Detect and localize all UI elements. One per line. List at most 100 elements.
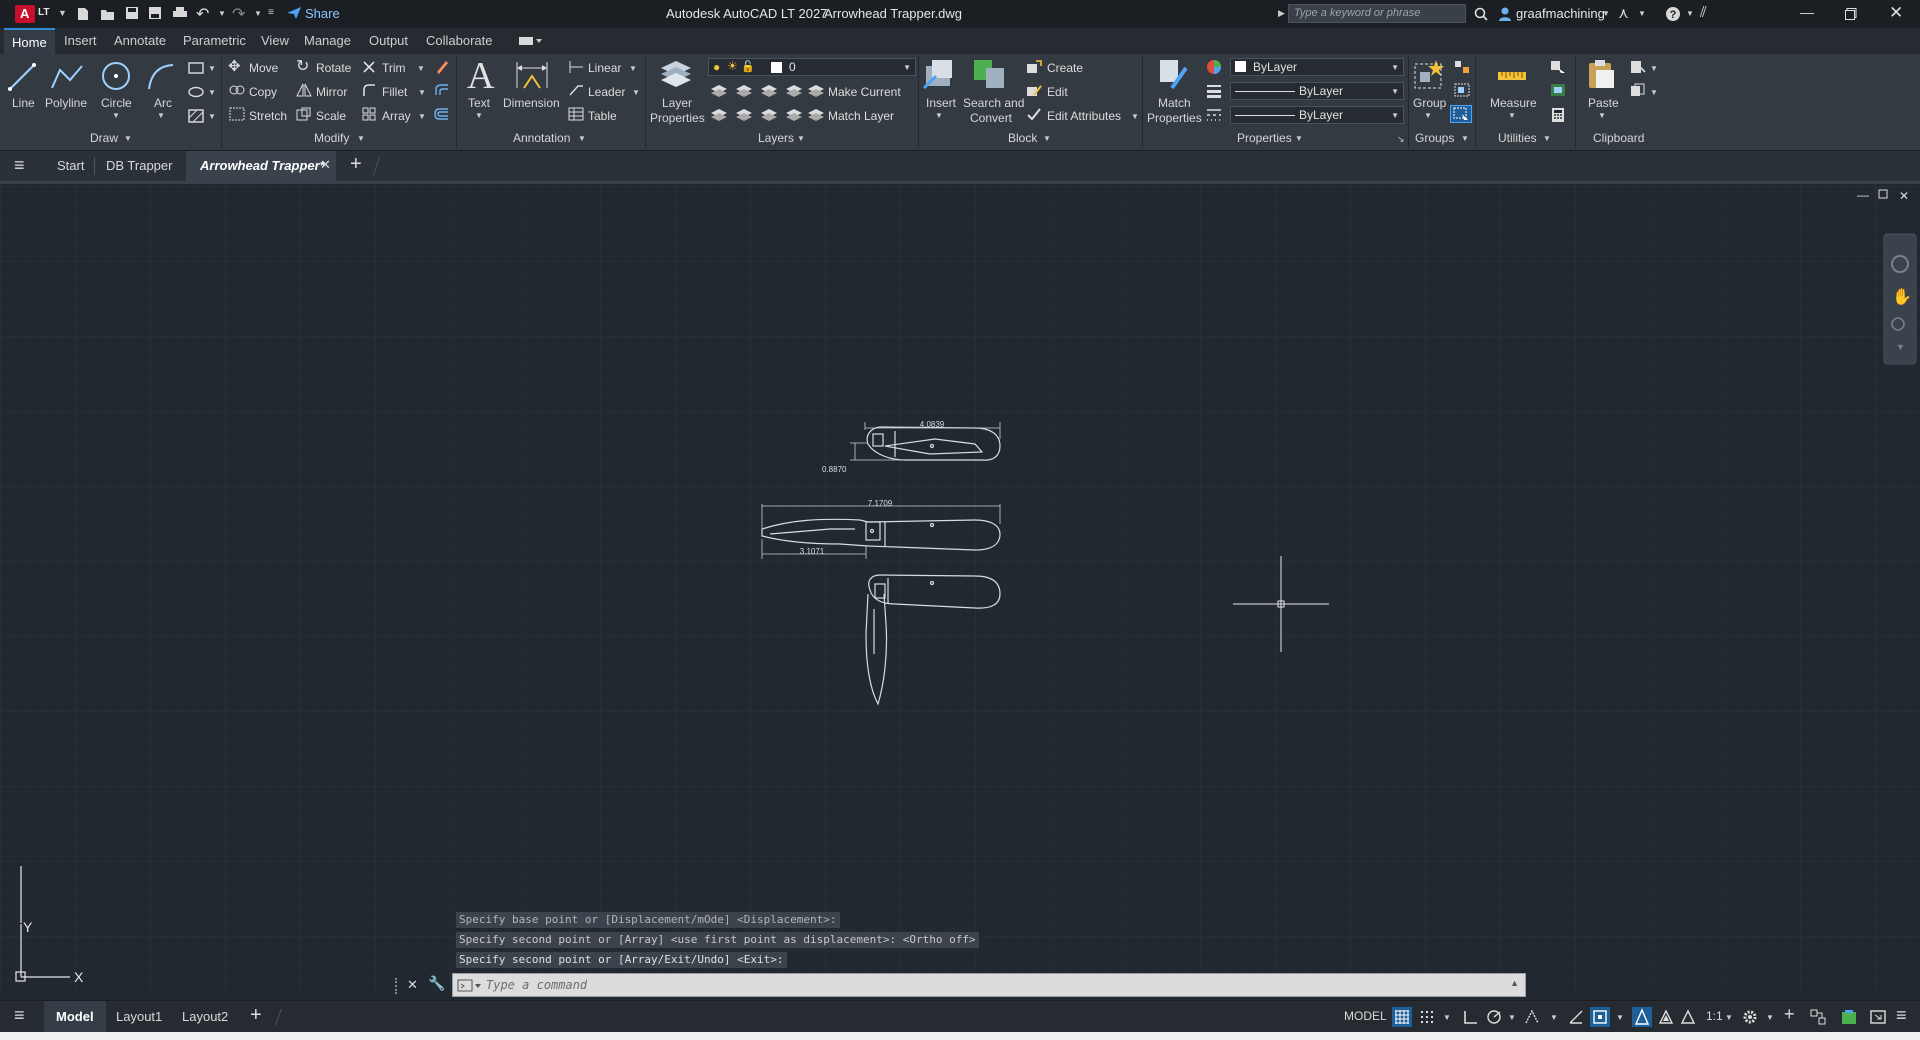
leader-button[interactable]: Leader bbox=[588, 85, 625, 99]
select-similar-icon[interactable] bbox=[1550, 83, 1566, 97]
match-properties-label-1[interactable]: Match bbox=[1158, 96, 1191, 110]
viewport-close-icon[interactable]: ✕ bbox=[1899, 189, 1909, 203]
fillet-dropdown-icon[interactable]: ▼ bbox=[418, 88, 426, 97]
hatch-dropdown-icon[interactable]: ▼ bbox=[208, 112, 216, 121]
new-tab-icon[interactable]: + bbox=[350, 153, 362, 176]
stretch-icon[interactable] bbox=[229, 107, 245, 121]
array-dropdown-icon[interactable]: ▼ bbox=[418, 112, 426, 121]
match-properties-icon[interactable] bbox=[1158, 58, 1190, 90]
command-grip[interactable] bbox=[395, 978, 402, 994]
fillet-icon[interactable] bbox=[362, 83, 376, 97]
dimension-icon[interactable] bbox=[514, 60, 550, 92]
utilities-panel-title[interactable]: Utilities bbox=[1498, 131, 1537, 145]
edit-block-icon[interactable] bbox=[1026, 83, 1042, 97]
trim-button[interactable]: Trim bbox=[382, 61, 406, 75]
properties-launcher-icon[interactable]: ↘ bbox=[1397, 134, 1405, 145]
edit-attributes-dropdown-icon[interactable]: ▼ bbox=[1131, 112, 1139, 121]
layout-tab-1[interactable]: Layout1 bbox=[116, 1009, 162, 1024]
help-search-box[interactable]: Type a keyword or phrase bbox=[1288, 4, 1466, 23]
connected-icon[interactable]: ⫽ bbox=[1700, 4, 1707, 21]
create-button[interactable]: Create bbox=[1047, 61, 1083, 75]
scale-icon[interactable] bbox=[296, 107, 312, 121]
draw-panel-title[interactable]: Draw bbox=[90, 131, 118, 145]
layer-tool-6-icon[interactable] bbox=[735, 107, 753, 121]
auto-scale-icon[interactable] bbox=[1658, 1009, 1674, 1025]
app-menu-chevron-icon[interactable]: ▼ bbox=[58, 8, 67, 18]
create-block-icon[interactable] bbox=[1026, 60, 1042, 74]
paste-dropdown-icon[interactable]: ▼ bbox=[1598, 111, 1606, 120]
open-file-icon[interactable] bbox=[100, 7, 116, 21]
layer-tool-3-icon[interactable] bbox=[760, 83, 778, 97]
orbit-icon[interactable]: ▼ bbox=[1896, 342, 1905, 352]
tab-insert[interactable]: Insert bbox=[64, 33, 97, 48]
table-icon[interactable] bbox=[568, 107, 584, 121]
modify-panel-dropdown-icon[interactable]: ▼ bbox=[357, 134, 365, 143]
redo-dropdown-icon[interactable]: ▼ bbox=[254, 9, 262, 18]
layer-properties-label-2[interactable]: Properties bbox=[650, 111, 705, 125]
scale-button[interactable]: Scale bbox=[316, 109, 346, 123]
offset-icon[interactable] bbox=[434, 83, 450, 97]
tab-parametric[interactable]: Parametric bbox=[183, 33, 246, 48]
polyline-icon[interactable] bbox=[50, 62, 84, 92]
object-snap-toggle[interactable] bbox=[1590, 1007, 1610, 1027]
user-dropdown-icon[interactable]: ▼ bbox=[1602, 9, 1610, 18]
model-space-button[interactable]: MODEL bbox=[1344, 1009, 1387, 1023]
app-logo[interactable]: A bbox=[15, 5, 35, 23]
erase-icon[interactable] bbox=[434, 59, 450, 75]
group-selection-toggle[interactable] bbox=[1450, 105, 1472, 123]
account-dropdown-icon[interactable]: ▼ bbox=[1638, 9, 1646, 18]
layer-dropdown[interactable]: ● ☀ 🔓 0 ▼ bbox=[708, 58, 916, 76]
rotate-icon[interactable]: ↻ bbox=[296, 56, 309, 76]
group-dropdown-icon[interactable]: ▼ bbox=[1424, 111, 1432, 120]
paste-icon[interactable] bbox=[1586, 58, 1616, 90]
object-snap-tracking-icon[interactable] bbox=[1524, 1009, 1540, 1025]
mirror-icon[interactable] bbox=[296, 83, 312, 97]
workspace-dropdown-icon[interactable]: ▼ bbox=[1766, 1013, 1774, 1022]
ungroup-icon[interactable] bbox=[1454, 60, 1470, 74]
snap-dropdown-icon[interactable]: ▼ bbox=[1443, 1013, 1451, 1022]
dimension-width-top-text[interactable]: 4.0839 bbox=[920, 420, 945, 429]
plot-icon[interactable] bbox=[172, 6, 188, 20]
layout-tab-2[interactable]: Layout2 bbox=[182, 1009, 228, 1024]
line-icon[interactable] bbox=[7, 62, 37, 92]
annotation-scale-icon[interactable] bbox=[1680, 1009, 1696, 1025]
layers-panel-title[interactable]: Layers bbox=[758, 131, 794, 145]
draw-panel-dropdown-icon[interactable]: ▼ bbox=[124, 134, 132, 143]
command-prompt-icon[interactable] bbox=[457, 979, 483, 993]
copy-clip-icon[interactable] bbox=[1630, 83, 1646, 97]
search-convert-icon[interactable] bbox=[972, 58, 1006, 90]
grid-toggle[interactable] bbox=[1392, 1007, 1412, 1027]
utilities-panel-dropdown-icon[interactable]: ▼ bbox=[1543, 134, 1551, 143]
dimension-height-top-text[interactable]: 0.8870 bbox=[822, 465, 847, 474]
properties-panel-dropdown-icon[interactable]: ▼ bbox=[1295, 134, 1303, 143]
rotate-button[interactable]: Rotate bbox=[316, 61, 351, 75]
color-dropdown[interactable]: ByLayer ▼ bbox=[1230, 58, 1404, 76]
block-panel-title[interactable]: Block bbox=[1008, 131, 1037, 145]
tab-manage[interactable]: Manage bbox=[304, 33, 351, 48]
layers-panel-dropdown-icon[interactable]: ▼ bbox=[797, 134, 805, 143]
layouts-menu-icon[interactable]: ≡ bbox=[14, 1005, 25, 1026]
units-icon[interactable] bbox=[1810, 1009, 1826, 1025]
array-button[interactable]: Array bbox=[382, 109, 411, 123]
linetype-dropdown[interactable]: ByLayer ▼ bbox=[1230, 106, 1404, 124]
measure-icon[interactable] bbox=[1496, 62, 1528, 88]
object-snap-dropdown-icon[interactable]: ▼ bbox=[1616, 1013, 1624, 1022]
copy-icon[interactable] bbox=[229, 83, 245, 97]
leader-icon[interactable] bbox=[568, 83, 584, 97]
move-button[interactable]: Move bbox=[249, 61, 278, 75]
text-dropdown-icon[interactable]: ▼ bbox=[475, 111, 483, 120]
group-button[interactable]: Group bbox=[1413, 96, 1446, 110]
circle-icon[interactable] bbox=[100, 60, 132, 92]
lineweight-dropdown[interactable]: ByLayer ▼ bbox=[1230, 82, 1404, 100]
match-layer-button[interactable]: Match Layer bbox=[828, 109, 894, 123]
arc-button[interactable]: Arc bbox=[154, 96, 172, 110]
tab-annotate[interactable]: Annotate bbox=[114, 33, 166, 48]
search-icon[interactable] bbox=[1474, 7, 1488, 21]
app-menu-icon[interactable]: ≡ bbox=[14, 155, 25, 176]
layout-tab-model[interactable]: Model bbox=[44, 1001, 106, 1033]
block-panel-dropdown-icon[interactable]: ▼ bbox=[1043, 134, 1051, 143]
copy-clip-dropdown-icon[interactable]: ▼ bbox=[1650, 88, 1658, 97]
minimize-icon[interactable]: — bbox=[1800, 4, 1814, 20]
move-icon[interactable]: ✥ bbox=[228, 57, 241, 75]
help-search-input[interactable]: Type a keyword or phrase bbox=[1294, 7, 1420, 19]
